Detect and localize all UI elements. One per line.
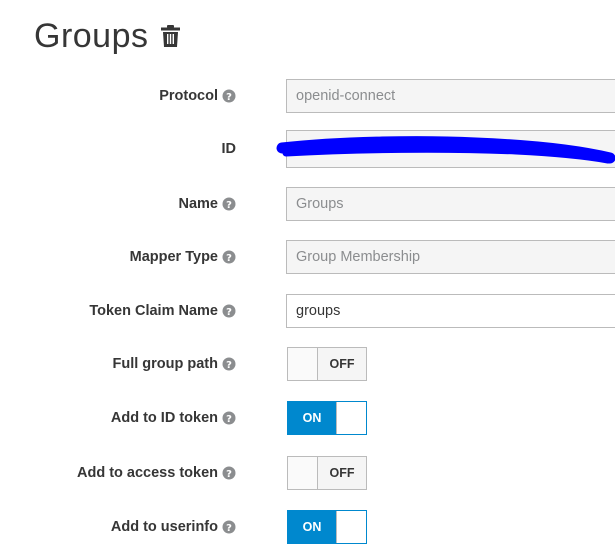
protocol-label: Protocol ?	[159, 79, 236, 113]
question-circle-icon[interactable]: ?	[222, 520, 236, 534]
svg-text:?: ?	[226, 360, 232, 371]
add-to-access-token-row: Add to access token ? OFF	[0, 456, 615, 490]
token-claim-name-row: Token Claim Name ?	[0, 294, 615, 328]
protocol-field[interactable]	[286, 79, 615, 113]
toggle-state: OFF	[318, 457, 366, 489]
svg-text:?: ?	[226, 307, 232, 318]
id-label: ID	[221, 141, 237, 157]
question-circle-icon[interactable]: ?	[222, 89, 236, 103]
protocol-row: Protocol ?	[0, 79, 615, 113]
svg-text:?: ?	[226, 523, 232, 534]
add-to-id-token-toggle[interactable]: ON	[287, 401, 367, 435]
token-claim-name-field[interactable]	[286, 294, 615, 328]
name-row: Name ?	[0, 187, 615, 221]
toggle-knob	[288, 348, 318, 380]
svg-text:?: ?	[226, 253, 232, 264]
full-group-path-toggle[interactable]: OFF	[287, 347, 367, 381]
add-to-id-token-row: Add to ID token ? ON	[0, 401, 615, 435]
question-circle-icon[interactable]: ?	[222, 466, 236, 480]
toggle-knob	[336, 402, 366, 434]
page-title: Groups	[34, 16, 149, 55]
trash-icon[interactable]	[160, 25, 180, 47]
add-to-userinfo-toggle[interactable]: ON	[287, 510, 367, 544]
add-to-id-token-label: Add to ID token ?	[111, 401, 236, 435]
mapper-type-label: Mapper Type ?	[130, 240, 236, 274]
toggle-state: ON	[288, 511, 336, 543]
name-field[interactable]	[286, 187, 615, 221]
id-field[interactable]	[286, 130, 615, 168]
toggle-state: ON	[288, 402, 336, 434]
add-to-userinfo-label: Add to userinfo ?	[111, 510, 236, 544]
mapper-details-page: Groups Protocol ? ID	[0, 0, 615, 557]
full-group-path-row: Full group path ? OFF	[0, 347, 615, 381]
mapper-type-row: Mapper Type ?	[0, 240, 615, 274]
svg-text:?: ?	[226, 414, 232, 425]
full-group-path-label: Full group path ?	[112, 347, 236, 381]
svg-text:?: ?	[226, 92, 232, 103]
svg-text:?: ?	[226, 469, 232, 480]
toggle-knob	[336, 511, 366, 543]
question-circle-icon[interactable]: ?	[222, 357, 236, 371]
add-to-access-token-toggle[interactable]: OFF	[287, 456, 367, 490]
question-circle-icon[interactable]: ?	[222, 250, 236, 264]
toggle-state: OFF	[318, 348, 366, 380]
add-to-userinfo-row: Add to userinfo ? ON	[0, 510, 615, 544]
name-label: Name ?	[179, 187, 237, 221]
id-row: ID	[0, 130, 615, 168]
question-circle-icon[interactable]: ?	[222, 304, 236, 318]
question-circle-icon[interactable]: ?	[222, 197, 236, 211]
page-header: Groups	[34, 14, 180, 58]
token-claim-name-label: Token Claim Name ?	[89, 294, 236, 328]
mapper-type-field[interactable]	[286, 240, 615, 274]
add-to-access-token-label: Add to access token ?	[77, 456, 236, 490]
toggle-knob	[288, 457, 318, 489]
svg-text:?: ?	[226, 200, 232, 211]
question-circle-icon[interactable]: ?	[222, 411, 236, 425]
